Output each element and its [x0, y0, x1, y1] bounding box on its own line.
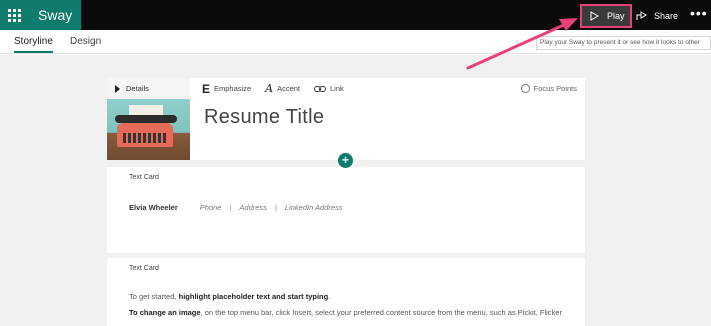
tab-storyline[interactable]: Storyline [14, 36, 53, 53]
link-button[interactable]: Link [314, 84, 344, 93]
body-text-bold: To change an image [129, 308, 201, 317]
share-icon [636, 11, 647, 20]
body-text: . [328, 292, 331, 301]
focus-points-icon [520, 84, 530, 93]
play-button[interactable]: Play [580, 4, 632, 28]
title-card[interactable]: Details E Emphasize A Accent Link Focus … [107, 78, 585, 160]
add-card-button[interactable]: + [338, 153, 353, 168]
separator: | [274, 203, 277, 212]
accent-button[interactable]: A Accent [265, 82, 300, 95]
app-name[interactable]: Sway [28, 0, 81, 30]
focus-points-button[interactable]: Focus Points [520, 78, 577, 99]
address-placeholder[interactable]: Address [239, 203, 267, 212]
details-label: Details [126, 84, 149, 93]
text-card[interactable]: Text Card To get started, highlight plac… [107, 258, 585, 326]
linkedin-placeholder[interactable]: LinkedIn Address [285, 203, 343, 212]
share-label: Share [654, 11, 679, 21]
play-tooltip: Play your Sway to present it or see how … [536, 36, 711, 50]
body-text-line[interactable]: To get started, highlight placeholder te… [129, 292, 330, 301]
play-icon [590, 11, 599, 21]
emphasize-icon: E [202, 81, 211, 96]
tab-design[interactable]: Design [70, 36, 101, 47]
more-options-button[interactable]: ••• [690, 4, 708, 22]
app-launcher-icon[interactable] [0, 0, 28, 30]
play-label: Play [607, 11, 625, 21]
emphasize-label: Emphasize [214, 84, 252, 93]
focus-points-label: Focus Points [533, 84, 577, 93]
card-type-label: Text Card [129, 174, 159, 181]
resume-title[interactable]: Resume Title [204, 106, 324, 129]
separator: | [229, 203, 232, 212]
contact-name[interactable]: Elvia Wheeler [129, 203, 178, 212]
link-icon [314, 85, 327, 92]
share-button[interactable]: Share [636, 6, 678, 26]
plus-icon: + [341, 153, 349, 167]
accent-icon: A [265, 82, 274, 95]
phone-placeholder[interactable]: Phone [200, 203, 222, 212]
accent-label: Accent [277, 84, 301, 93]
card-type-label: Text Card [129, 265, 159, 272]
body-text: To get started, [129, 292, 179, 301]
emphasize-button[interactable]: E Emphasize [202, 82, 251, 96]
body-text: , on the top menu bar, click Insert, sel… [200, 308, 562, 317]
triangle-right-icon [115, 84, 120, 93]
body-text-bold: highlight placeholder text and start typ… [178, 292, 329, 301]
text-card[interactable]: Text Card Elvia Wheeler Phone | Address … [107, 167, 585, 253]
body-text-line[interactable]: To change an image, on the top menu bar,… [129, 308, 562, 317]
title-card-image[interactable] [107, 99, 190, 160]
top-bar: Sway Play Share ••• [0, 0, 711, 30]
details-toggle[interactable]: Details [107, 78, 190, 99]
format-toolbar: E Emphasize A Accent Link [202, 78, 344, 99]
contact-line: Elvia Wheeler Phone | Address | LinkedIn… [129, 203, 343, 212]
link-label: Link [330, 84, 344, 93]
